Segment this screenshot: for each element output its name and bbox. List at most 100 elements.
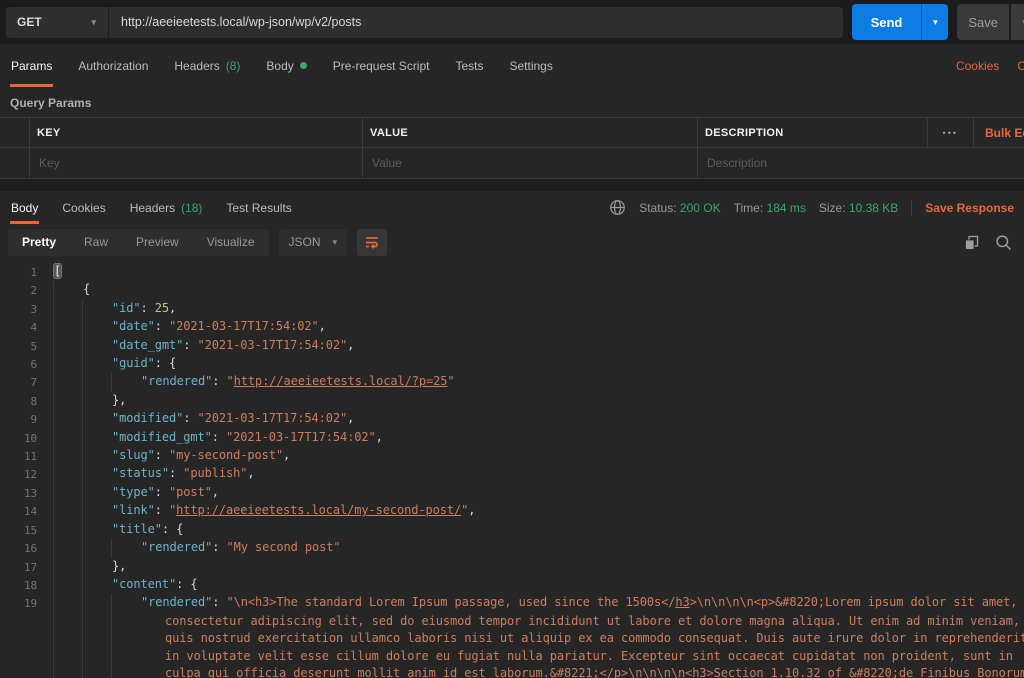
code-token: culpa qui officia deserunt mollit anim i… [165,665,614,678]
save-options-button[interactable]: ▾ [1011,4,1024,40]
tab-headers[interactable]: Headers (8) [173,44,241,87]
tab-params[interactable]: Params [10,44,54,87]
indent-guide [111,612,112,631]
code-token: "modified_gmt" [112,429,212,444]
send-button[interactable]: Send [851,4,922,40]
tab-response-cookies[interactable]: Cookies [61,191,106,224]
response-link[interactable]: http://aeeieetests.local/my-second-post/ [176,503,461,517]
indent-guide [82,520,83,540]
line-number: 2 [30,284,37,298]
line-number: 19 [23,597,37,611]
search-icon [996,234,1012,250]
response-link[interactable]: h3 [675,595,689,609]
tab-tests[interactable]: Tests [454,44,484,87]
line-number: 16 [23,542,37,556]
indent-guide [82,355,83,374]
code-token: , [318,319,326,334]
indent-guide [111,664,112,678]
chevron-down-icon: ▾ [332,236,338,247]
column-header-key: KEY [37,126,61,139]
code-token: { [190,576,198,591]
tab-test-results[interactable]: Test Results [225,191,292,224]
code-token: : [176,576,191,591]
indent-guide [53,502,54,521]
code-token: "status" [112,466,169,481]
cookies-link[interactable]: Cookies [956,59,999,73]
code-token: "2021-03-17T17:54:02" [169,319,319,334]
tab-settings[interactable]: Settings [509,44,554,87]
line-number [0,648,37,665]
pane-divider[interactable] [0,179,1024,191]
code-token: }, [112,558,127,573]
view-visualize[interactable]: Visualize [193,229,269,256]
tab-label: Body [11,200,39,215]
description-input[interactable] [705,155,1009,171]
code-token: "slug" [112,448,155,463]
tab-body[interactable]: Body [265,44,307,87]
view-preview[interactable]: Preview [122,229,193,256]
code-token: : [161,521,177,536]
indent-guide [82,502,83,521]
indent-guide [111,539,112,558]
url-input[interactable] [109,15,843,29]
line-number: 9 [30,413,37,427]
tab-label: Headers [174,58,220,73]
code-token: "rendered" [141,374,213,389]
code-token: , [347,337,355,352]
format-select[interactable]: JSON ▾ [278,228,348,256]
size-badge: Size: 10.38 KB [819,201,898,215]
code-link[interactable]: Code [1017,59,1024,73]
wrap-lines-button[interactable] [357,228,388,256]
tab-label: Settings [509,58,553,73]
indent-guide [111,630,112,648]
indent-guide [82,299,83,319]
response-tabs: Body Cookies Headers (18) Test Results S… [0,191,1024,224]
code-token: : [212,595,227,610]
indent-guide [82,465,83,484]
indent-guide [53,428,54,448]
code-token: : [154,356,169,371]
body-present-dot-icon [299,62,307,69]
response-meta: Status: 200 OK Time: 184 ms Size: 10.38 … [609,191,1024,224]
response-link[interactable]: p [614,666,621,678]
tab-pre-request-script[interactable]: Pre-request Script [332,44,431,87]
globe-icon[interactable] [609,199,626,216]
copy-button[interactable] [963,234,980,251]
bulk-edit-button[interactable]: Bulk Edit [973,118,1024,147]
indent-guide [53,391,54,411]
code-token: : [169,466,184,481]
time-value: 184 ms [766,200,806,215]
tab-label: Headers [129,200,176,215]
code-line: 16 "rendered": "My second post" [0,539,1024,558]
time-badge: Time: 184 ms [734,201,806,215]
indent-guide [53,336,54,356]
code-line: 12 "status": "publish", [0,465,1024,484]
send-options-button[interactable]: ▾ [921,4,949,40]
chevron-down-icon: ▾ [933,16,938,27]
status-badge: Status: 200 OK [639,201,720,215]
key-input[interactable] [37,155,346,171]
line-number: 8 [30,394,37,408]
save-response-button[interactable]: Save Response [925,201,1014,215]
method-select[interactable]: GET ▾ [6,15,108,29]
value-input[interactable] [370,155,681,171]
code-line: 7 "rendered": "http://aeeieetests.local/?… [0,373,1024,392]
indent-guide [53,612,54,631]
code-token: "rendered" [141,540,213,555]
tab-authorization[interactable]: Authorization [77,44,149,87]
more-options-button[interactable]: ••• [926,118,973,147]
search-button[interactable] [995,234,1012,251]
indent-guide [82,557,83,576]
view-pretty[interactable]: Pretty [8,229,70,256]
code-line: 17}, [0,557,1024,576]
response-body-code[interactable]: 1[2{3 "id": 25, 4 "date": "2021-03-17T17:54… [0,260,1024,678]
view-raw[interactable]: Raw [70,229,122,256]
tab-response-headers[interactable]: Headers (18) [129,191,204,224]
line-number: 7 [30,376,37,390]
line-number [0,665,37,678]
code-token: { [176,521,184,536]
save-button[interactable]: Save [957,4,1009,40]
code-token: : [212,540,227,555]
response-link[interactable]: http://aeeieetests.local/?p=25 [234,374,448,388]
tab-response-body[interactable]: Body [10,191,40,224]
